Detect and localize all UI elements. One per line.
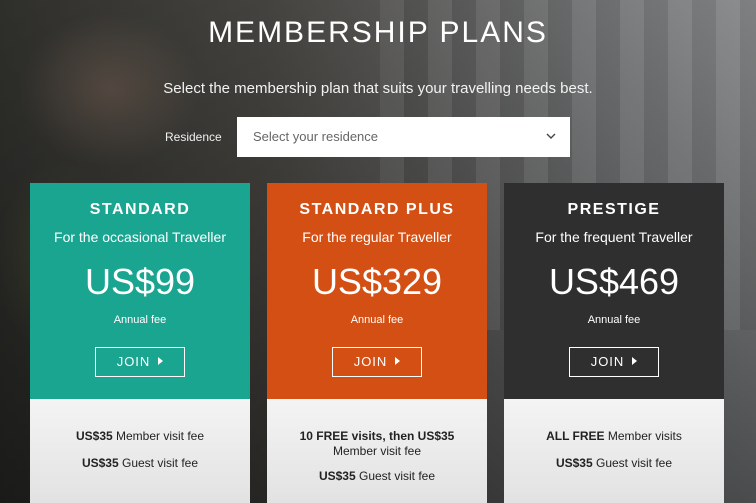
plan-card-standard: STANDARD For the occasional Traveller US… (30, 183, 250, 503)
plan-price: US$329 (311, 261, 443, 302)
plan-fee-label: Annual fee (113, 314, 167, 326)
plan-features: 10 FREE visits, then US$35 Member visit f… (267, 399, 487, 503)
feature-bold: US$35 (75, 429, 113, 443)
page-title: MEMBERSHIP PLANS (208, 16, 548, 49)
plan-card-prestige: PRESTIGE For the frequent Traveller US$4… (504, 183, 724, 503)
residence-select[interactable]: Select your residence (237, 117, 570, 157)
join-button-standard-plus[interactable]: JOIN (332, 347, 422, 377)
chevron-down-icon (546, 133, 556, 139)
join-button-label: JOIN (116, 354, 151, 369)
join-button-label: JOIN (353, 354, 388, 369)
feature-bold: US$35 (555, 456, 593, 470)
feature-guest-visit: US$35 Guest visit fee (267, 469, 487, 484)
plan-fee-label: Annual fee (587, 314, 641, 326)
plan-tagline: For the frequent Traveller (535, 229, 693, 245)
join-button-label: JOIN (590, 354, 625, 369)
plan-card-header: STANDARD PLUS For the regular Traveller … (267, 183, 487, 399)
plan-features: US$35 Member visit fee US$35 Guest visit… (30, 399, 250, 503)
feature-text: Guest visit fee (592, 456, 673, 470)
plan-card-standard-plus: STANDARD PLUS For the regular Traveller … (267, 183, 487, 503)
plan-tagline: For the regular Traveller (302, 229, 452, 245)
plan-fee-label: Annual fee (350, 314, 404, 326)
feature-text: Member visit fee (112, 429, 205, 443)
plan-card-header: PRESTIGE For the frequent Traveller US$4… (504, 183, 724, 399)
feature-bold: US$35 (81, 456, 119, 470)
plan-name: STANDARD (89, 201, 191, 218)
join-button-prestige[interactable]: JOIN (569, 347, 659, 377)
caret-right-icon (395, 357, 401, 365)
feature-guest-visit: US$35 Guest visit fee (30, 456, 250, 471)
residence-placeholder: Select your residence (253, 129, 379, 144)
caret-right-icon (632, 357, 638, 365)
plan-price: US$469 (548, 261, 680, 302)
caret-right-icon (158, 357, 164, 365)
feature-guest-visit: US$35 Guest visit fee (504, 456, 724, 471)
feature-member-visit: 10 FREE visits, then US$35 Member visit f… (267, 429, 487, 459)
join-button-standard[interactable]: JOIN (95, 347, 185, 377)
plan-features: ALL FREE Member visits US$35 Guest visit… (504, 399, 724, 503)
feature-bold: ALL FREE (546, 429, 605, 443)
feature-text: Member visits (604, 429, 682, 443)
feature-text: Guest visit fee (355, 469, 436, 483)
feature-text: Member visit fee (332, 444, 422, 458)
feature-member-visit: US$35 Member visit fee (30, 429, 250, 444)
page-subtitle: Select the membership plan that suits yo… (163, 80, 593, 97)
feature-bold: US$35 (318, 469, 356, 483)
residence-label: Residence (165, 130, 222, 144)
plan-card-header: STANDARD For the occasional Traveller US… (30, 183, 250, 399)
plan-name: STANDARD PLUS (299, 201, 455, 218)
feature-bold: 10 FREE visits, then US$35 (299, 429, 455, 443)
plan-price: US$99 (84, 261, 196, 302)
plan-name: PRESTIGE (567, 201, 661, 218)
feature-text: Guest visit fee (118, 456, 199, 470)
feature-member-visit: ALL FREE Member visits (504, 429, 724, 444)
plan-tagline: For the occasional Traveller (54, 229, 226, 245)
